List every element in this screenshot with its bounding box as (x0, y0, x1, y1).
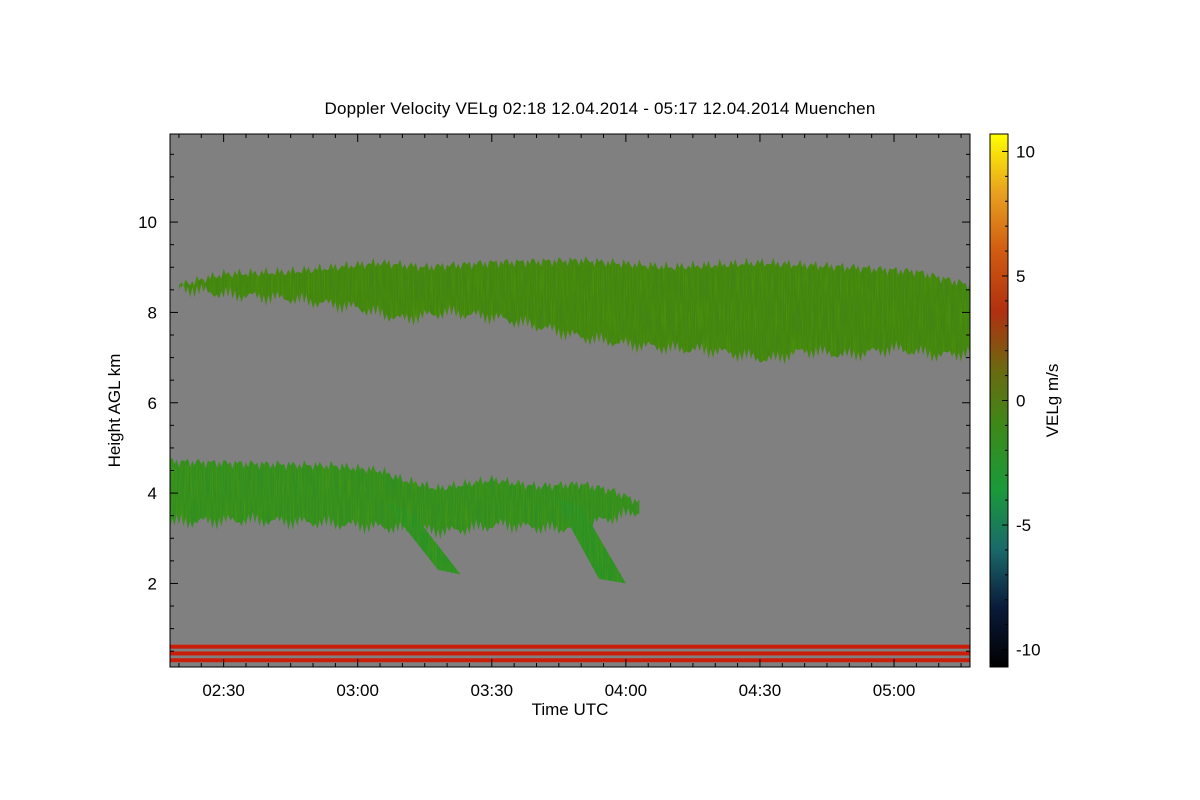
x-tick-label: 04:30 (739, 681, 782, 700)
y-tick-label: 4 (148, 484, 157, 503)
x-tick-label: 03:00 (336, 681, 379, 700)
colorbar-tick-label: 10 (1016, 142, 1035, 161)
colorbar-tick-label: 0 (1016, 392, 1025, 411)
colorbar: 10 5 0 -5 -10 VELg m/s (989, 133, 1062, 668)
colorbar-label: VELg m/s (1043, 364, 1062, 438)
colorbar-tick-label: 5 (1016, 267, 1025, 286)
y-tick-label: 10 (138, 213, 157, 232)
plot-area (170, 134, 970, 667)
y-tick-label: 2 (148, 574, 157, 593)
x-tick-label: 05:00 (873, 681, 916, 700)
y-axis-label: Height AGL km (105, 354, 124, 468)
colorbar-tick-label: -10 (1016, 641, 1041, 660)
y-tick-label: 6 (148, 394, 157, 413)
y-tick-label: 8 (148, 303, 157, 322)
clutter-row (170, 651, 970, 656)
x-axis-label: Time UTC (532, 700, 609, 719)
x-tick-label: 04:00 (605, 681, 648, 700)
colorbar-tick-label: -5 (1016, 516, 1031, 535)
doppler-velocity-chart: 02:30 03:00 03:30 04:00 04:30 05:00 2 4 6 8 10 Time… (105, 133, 1062, 719)
x-tick-label: 03:30 (471, 681, 514, 700)
clutter-row (170, 644, 970, 649)
x-tick-label: 02:30 (202, 681, 245, 700)
clutter-row (170, 658, 970, 663)
